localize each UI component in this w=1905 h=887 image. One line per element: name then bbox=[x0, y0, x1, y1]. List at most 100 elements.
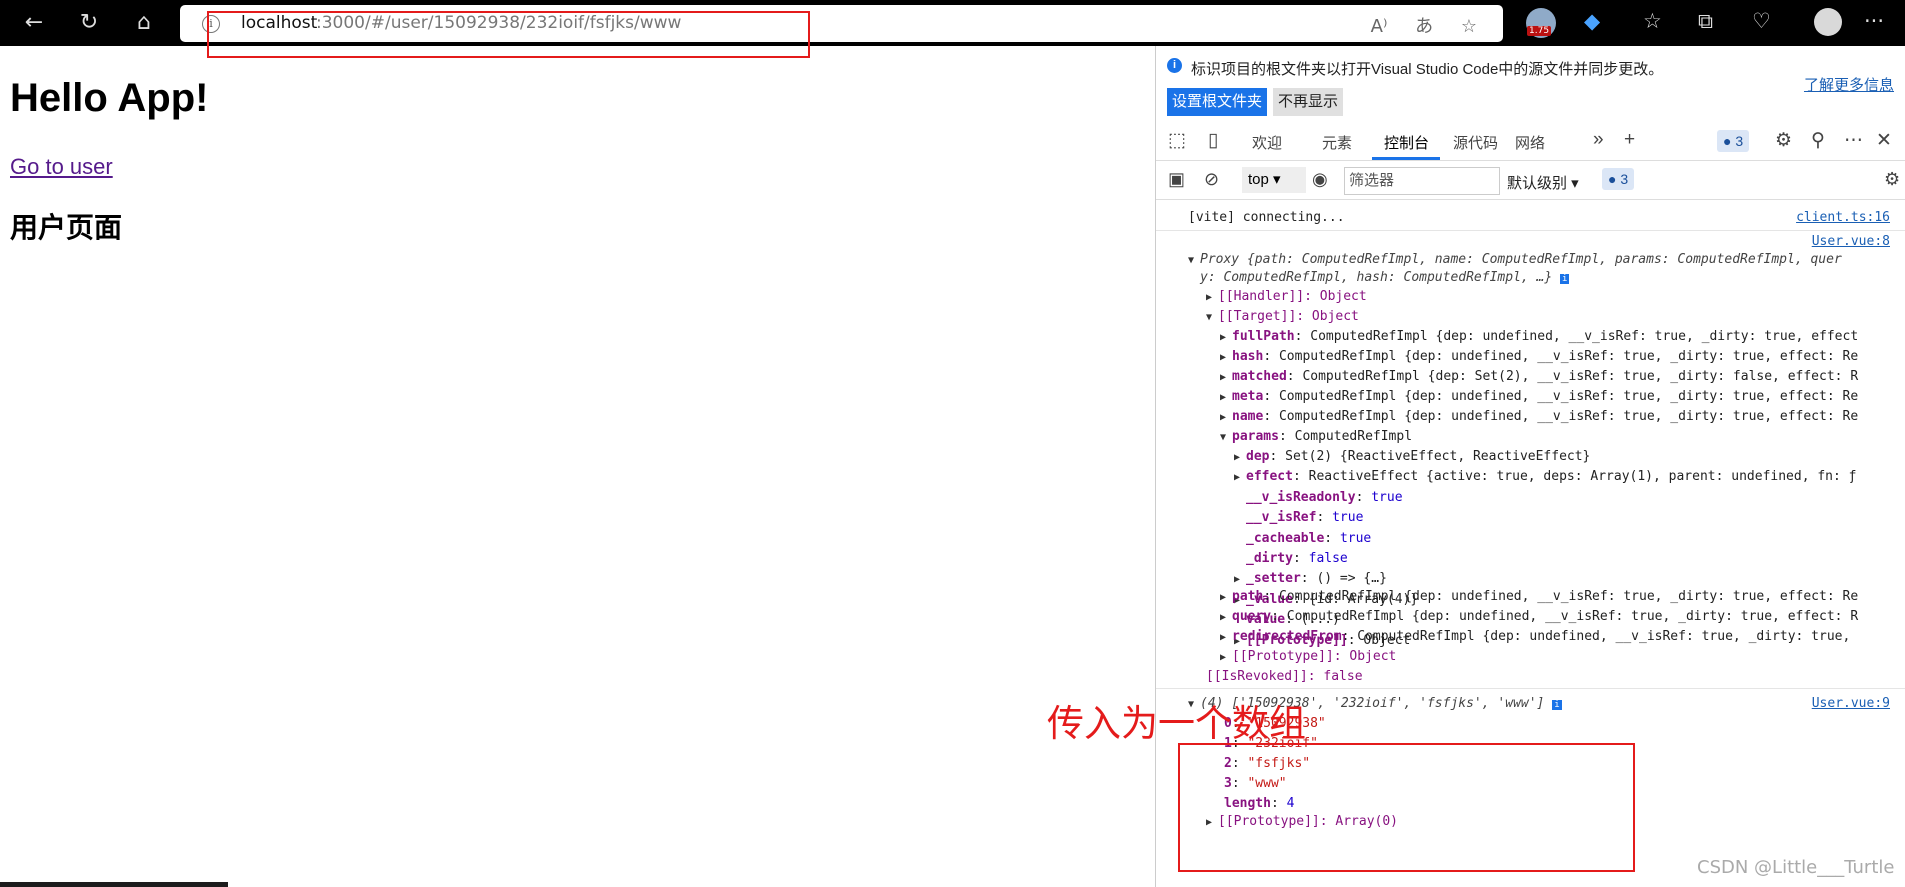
tree-row[interactable]: ▶ [[Handler]]: Object bbox=[1206, 289, 1367, 304]
tree-row[interactable]: ▼ [[Target]]: Object bbox=[1206, 309, 1359, 324]
health-icon[interactable]: ♡ bbox=[1752, 9, 1771, 33]
more-options-icon[interactable]: ⋯ bbox=[1844, 129, 1863, 152]
tab-network[interactable]: 网络 bbox=[1515, 132, 1545, 153]
prop-value: ComputedRefImpl {dep: undefined, __v_isR… bbox=[1278, 389, 1859, 404]
prop-value: ReactiveEffect {active: true, deps: Arra… bbox=[1308, 469, 1857, 485]
message-count-badge[interactable]: ● 3 bbox=[1717, 130, 1750, 152]
tree-row[interactable]: ▶ path: ComputedRefImpl {dep: undefined, … bbox=[1220, 589, 1858, 604]
set-root-folder-button[interactable]: 设置根文件夹 bbox=[1167, 88, 1268, 116]
target-label: [[Target]]: Object bbox=[1218, 309, 1359, 324]
proxy-summary[interactable]: ▼ Proxy {path: ComputedRefImpl, name: Com… bbox=[1188, 252, 1842, 267]
expand-arrow-icon: ▶ bbox=[1220, 392, 1227, 403]
device-toggle-icon[interactable]: ▯ bbox=[1208, 129, 1218, 152]
source-link[interactable]: User.vue:9 bbox=[1812, 696, 1890, 711]
tree-row[interactable]: ▶ dep: Set(2) {ReactiveEffect, ReactiveEf… bbox=[1234, 449, 1590, 464]
source-link[interactable]: User.vue:8 bbox=[1812, 234, 1890, 249]
tree-row[interactable]: ▶ redirectedFrom: ComputedRefImpl {dep: u… bbox=[1220, 629, 1850, 644]
prop-key: query bbox=[1232, 609, 1272, 624]
go-to-user-link[interactable]: Go to user bbox=[10, 154, 113, 180]
inspect-icon[interactable]: ⬚ bbox=[1168, 129, 1186, 152]
proxy-summary-text: Proxy {path: ComputedRefImpl, name: Comp… bbox=[1200, 252, 1842, 267]
status-bar bbox=[0, 882, 228, 887]
prop-key: fullPath bbox=[1232, 329, 1295, 344]
avatar-icon[interactable] bbox=[1814, 8, 1842, 36]
favorites-icon[interactable]: ☆ bbox=[1643, 9, 1662, 33]
tab-elements[interactable]: 元素 bbox=[1322, 132, 1352, 153]
source-link[interactable]: client.ts:16 bbox=[1796, 210, 1890, 225]
close-icon[interactable]: ✕ bbox=[1876, 129, 1892, 152]
notice-text: 标识项目的根文件夹以打开Visual Studio Code中的源文件并同步更改… bbox=[1191, 61, 1664, 78]
watermark: CSDN @Little___Turtle bbox=[1697, 857, 1895, 878]
home-icon[interactable]: ⌂ bbox=[130, 9, 158, 37]
expand-arrow-icon: ▶ bbox=[1220, 592, 1227, 603]
customize-icon[interactable]: ⚲ bbox=[1811, 129, 1825, 152]
console-settings-icon[interactable]: ⚙ bbox=[1884, 169, 1900, 190]
tree-row[interactable]: ▶ matched: ComputedRefImpl {dep: Set(2), … bbox=[1220, 369, 1858, 384]
tree-row[interactable]: ▶ meta: ComputedRefImpl {dep: undefined, … bbox=[1220, 389, 1858, 404]
tab-console[interactable]: 控制台 bbox=[1384, 132, 1429, 153]
tree-row[interactable]: ▶ query: ComputedRefImpl {dep: undefined,… bbox=[1220, 609, 1858, 624]
live-expression-icon[interactable]: ◉ bbox=[1312, 169, 1328, 190]
params-val: ComputedRefImpl bbox=[1294, 429, 1413, 444]
refresh-icon[interactable]: ↻ bbox=[75, 9, 103, 37]
tree-row[interactable]: ▶ hash: ComputedRefImpl {dep: undefined, … bbox=[1220, 349, 1858, 364]
filter-input[interactable]: 筛选器 bbox=[1344, 167, 1500, 195]
divider bbox=[1156, 230, 1905, 231]
handler-label: [[Handler]]: Object bbox=[1218, 289, 1367, 304]
clear-console-icon[interactable]: ⊘ bbox=[1204, 169, 1219, 190]
back-icon[interactable]: ← bbox=[20, 9, 48, 37]
learn-more-link[interactable]: 了解更多信息 bbox=[1804, 74, 1894, 95]
gem-icon[interactable]: ◆ bbox=[1584, 9, 1600, 33]
tree-row[interactable]: ▶ effect: ReactiveEffect {active: true, d… bbox=[1234, 469, 1857, 484]
prop-value: false bbox=[1308, 551, 1348, 566]
prop-value: ComputedRefImpl {dep: undefined, __v_isR… bbox=[1278, 589, 1859, 604]
expand-arrow-icon: ▶ bbox=[1220, 352, 1227, 363]
tree-row[interactable]: ▶ [[Prototype]]: Object bbox=[1220, 649, 1396, 664]
translate-icon[interactable]: あ bbox=[1415, 16, 1433, 37]
more-icon[interactable]: ··· bbox=[1864, 9, 1884, 33]
prop-key: _cacheable bbox=[1246, 530, 1325, 546]
tree-row[interactable]: ▼ params: ComputedRefImpl bbox=[1220, 429, 1412, 444]
expand-arrow-icon: ▶ bbox=[1220, 372, 1227, 383]
tab-sources[interactable]: 源代码 bbox=[1453, 132, 1498, 153]
annotation-text: 传入为一个数组 bbox=[1047, 702, 1306, 745]
prop-value: ComputedRefImpl {dep: undefined, __v_isR… bbox=[1310, 329, 1859, 344]
extension-icon[interactable]: 1.75 bbox=[1526, 8, 1556, 38]
prop-value: true bbox=[1371, 489, 1403, 505]
proxy-summary-text-2: y: ComputedRefImpl, hash: ComputedRefImp… bbox=[1200, 270, 1553, 285]
console-message: [vite] connecting... bbox=[1188, 210, 1345, 225]
tree-row[interactable]: ▶ fullPath: ComputedRefImpl {dep: undefin… bbox=[1220, 329, 1858, 344]
prop-value: () => {…} bbox=[1316, 571, 1387, 587]
divider bbox=[1156, 688, 1905, 689]
settings-icon[interactable]: ⚙ bbox=[1775, 129, 1792, 152]
prop-value: ComputedRefImpl {dep: undefined, __v_isR… bbox=[1278, 409, 1859, 424]
dont-show-again-button[interactable]: 不再显示 bbox=[1273, 88, 1344, 116]
add-tab-icon[interactable]: + bbox=[1624, 129, 1635, 151]
message-count: 3 bbox=[1735, 133, 1744, 149]
array-highlight-box bbox=[1178, 743, 1635, 872]
expand-arrow-icon: ▶ bbox=[1234, 472, 1241, 484]
console-filterbar: ▣ ⊘ top ▾ ◉ 筛选器 默认级别 ▾ ● 3 ⚙ bbox=[1156, 161, 1905, 200]
prop-key: __v_isRef bbox=[1246, 510, 1317, 526]
filter-message-badge[interactable]: ● 3 bbox=[1602, 168, 1635, 190]
prop-value: ComputedRefImpl {dep: undefined, __v_isR… bbox=[1286, 609, 1859, 624]
tab-welcome[interactable]: 欢迎 bbox=[1252, 132, 1282, 153]
more-tabs-icon[interactable]: » bbox=[1593, 129, 1604, 151]
tree-row: __v_isReadonly: true bbox=[1246, 489, 1403, 505]
expand-arrow-icon: ▶ bbox=[1220, 412, 1227, 423]
context-select[interactable]: top ▾ bbox=[1242, 167, 1306, 193]
prop-value: true bbox=[1332, 510, 1364, 526]
expand-arrow-icon: ▶ bbox=[1234, 452, 1241, 463]
log-level-select[interactable]: 默认级别 ▾ bbox=[1507, 172, 1579, 193]
collections-icon[interactable]: ⧉ bbox=[1698, 9, 1713, 34]
read-aloud-icon[interactable]: A⁾ bbox=[1371, 16, 1388, 37]
filter-message-count: 3 bbox=[1620, 171, 1629, 187]
tree-row[interactable]: ▶ name: ComputedRefImpl {dep: undefined, … bbox=[1220, 409, 1858, 424]
prop-key: matched bbox=[1232, 369, 1287, 384]
favorite-add-icon[interactable]: ☆ bbox=[1461, 16, 1477, 37]
expand-arrow-icon: ▶ bbox=[1220, 632, 1227, 643]
tree-row[interactable]: ▶ _setter: () => {…} bbox=[1234, 571, 1387, 586]
prop-key: dep bbox=[1246, 449, 1270, 464]
sidebar-toggle-icon[interactable]: ▣ bbox=[1168, 169, 1185, 190]
prop-key: meta bbox=[1232, 389, 1264, 404]
